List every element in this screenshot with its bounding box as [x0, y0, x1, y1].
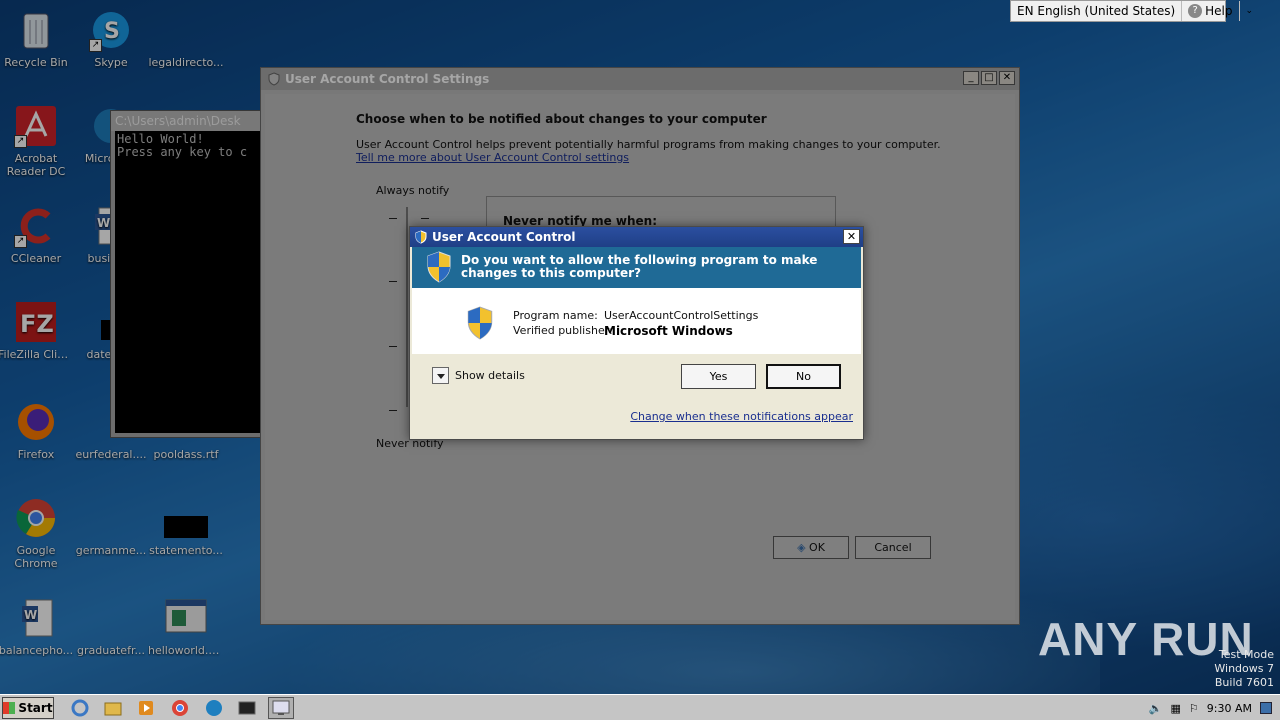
test-mode-line: Test Mode	[1218, 648, 1274, 661]
taskbar-media-player-icon[interactable]	[133, 697, 159, 719]
taskbar: Start 🔈 ▦ ⚐ 9:30 AM	[0, 694, 1280, 720]
no-button[interactable]: No	[766, 364, 841, 389]
publisher-label: Verified publisher:	[513, 324, 613, 337]
windows-version-line: Windows 7	[1214, 662, 1274, 675]
taskbar-explorer-icon[interactable]	[100, 697, 126, 719]
help-label: Help	[1205, 4, 1233, 18]
program-name-value: UserAccountControlSettings	[604, 309, 759, 322]
show-details-toggle[interactable]: Show details	[432, 367, 525, 384]
start-label: Start	[18, 700, 53, 715]
taskbar-ie-icon[interactable]	[67, 697, 93, 719]
options-chevron-icon[interactable]: ⌄	[1240, 1, 1260, 21]
volume-icon[interactable]: 🔈	[1149, 702, 1163, 715]
yes-button[interactable]: Yes	[681, 364, 756, 389]
taskbar-uac-settings-icon[interactable]	[268, 697, 294, 719]
taskbar-chrome-icon[interactable]	[167, 697, 193, 719]
taskbar-edge-icon[interactable]	[201, 697, 227, 719]
clock[interactable]: 9:30 AM	[1207, 702, 1252, 715]
uac-shield-icon	[427, 251, 451, 283]
language-bar[interactable]: EN English (United States) ? Help ⌄	[1010, 0, 1253, 22]
uac-titlebar[interactable]: User Account Control	[410, 227, 863, 247]
language-selector[interactable]: EN English (United States)	[1011, 1, 1183, 21]
help-button[interactable]: ? Help	[1182, 1, 1240, 21]
taskbar-console-icon[interactable]	[234, 697, 260, 719]
help-icon: ?	[1188, 4, 1203, 18]
build-line: Build 7601	[1214, 676, 1274, 689]
uac-prompt-dialog: User Account Control ✕ Do you want to al…	[409, 226, 864, 440]
program-name-label: Program name:	[513, 309, 598, 322]
uac-close-button[interactable]: ✕	[843, 229, 860, 244]
show-details-label: Show details	[455, 369, 525, 382]
chevron-down-icon	[432, 367, 449, 384]
start-button[interactable]: Start	[2, 696, 54, 719]
uac-shield-icon	[415, 230, 427, 244]
uac-title: User Account Control	[432, 230, 576, 244]
test-mode-text: Test Mode Windows 7 Build 7601	[1214, 648, 1274, 690]
uac-question: Do you want to allow the following progr…	[461, 253, 818, 280]
action-center-flag-icon[interactable]: ⚐	[1189, 702, 1199, 715]
uac-banner: Do you want to allow the following progr…	[412, 247, 861, 288]
change-notifications-link[interactable]: Change when these notifications appear	[630, 410, 853, 423]
uac-shield-icon	[467, 306, 493, 340]
system-tray: 🔈 ▦ ⚐ 9:30 AM	[1120, 695, 1280, 720]
publisher-value: Microsoft Windows	[604, 324, 733, 338]
network-icon[interactable]: ▦	[1171, 702, 1181, 715]
windows-flag-icon	[3, 701, 16, 714]
show-desktop-icon[interactable]	[1260, 702, 1272, 714]
